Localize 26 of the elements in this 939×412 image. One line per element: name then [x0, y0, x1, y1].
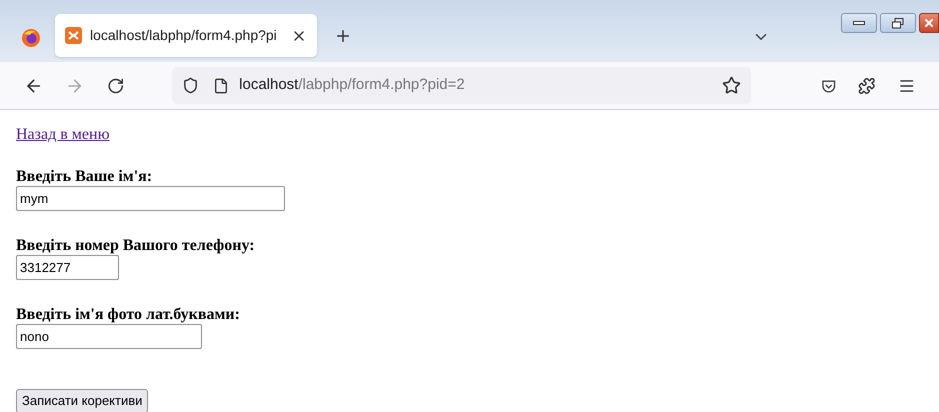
browser-logo-icon[interactable] [21, 28, 41, 48]
url-text: localhost/labphp/form4.php?pid=2 [239, 75, 465, 96]
restore-button[interactable] [880, 13, 916, 33]
minimize-button[interactable] [841, 13, 877, 33]
close-icon [923, 17, 935, 29]
field-label: Введіть ім'я фото лат.буквами: [16, 306, 241, 324]
shield-icon [182, 77, 200, 94]
address-bar[interactable]: localhost/labphp/form4.php?pid=2 [172, 67, 751, 104]
text-field[interactable]: nono [16, 324, 202, 349]
text-field[interactable]: 3312277 [16, 255, 119, 280]
extensions-icon[interactable] [858, 76, 876, 94]
server-logo-icon [65, 27, 82, 44]
submit-button[interactable]: Записати корективи [16, 389, 148, 412]
browser-tab[interactable]: localhost/labphp/form4.php?pi [55, 14, 317, 57]
pocket-icon[interactable] [820, 78, 836, 94]
page-icon [213, 78, 230, 94]
field-label: Введіть номер Вашого телефону: [16, 237, 256, 255]
bookmark-star-icon[interactable] [722, 76, 741, 95]
text-field[interactable]: mym [16, 186, 285, 211]
field-label: Введіть Ваше ім'я: [16, 168, 154, 186]
tab-title: localhost/labphp/form4.php?pi [90, 26, 278, 45]
new-tab-icon[interactable] [334, 27, 352, 45]
close-button[interactable] [919, 13, 939, 33]
reload-icon[interactable] [106, 76, 124, 94]
restore-icon [892, 18, 904, 28]
back-to-menu-link[interactable]: Назад в меню [16, 126, 110, 143]
